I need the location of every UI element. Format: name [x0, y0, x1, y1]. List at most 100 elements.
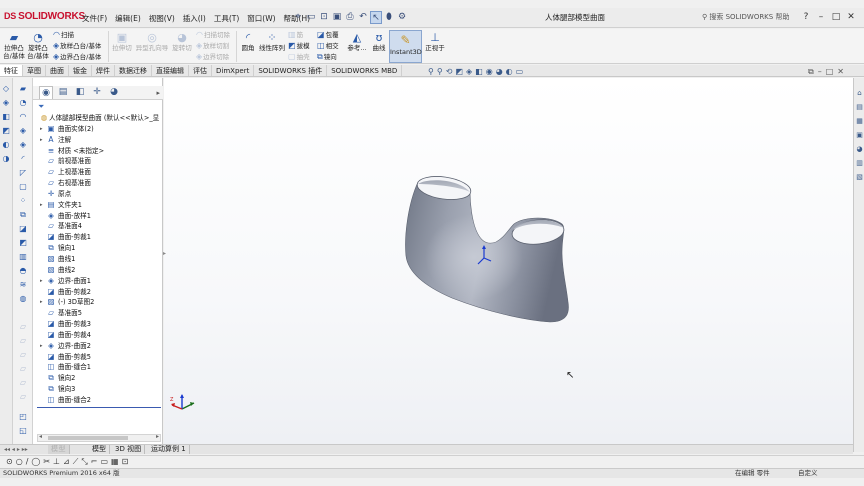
point-icon[interactable]: ▱: [17, 350, 29, 360]
tree-item[interactable]: ⧉ 镜向3: [33, 384, 161, 395]
revolve-cut-button[interactable]: ◕ 旋转切: [171, 32, 193, 53]
mate-ref-icon[interactable]: ▱: [17, 378, 29, 388]
swept-cut-button[interactable]: ◠扫描切除: [196, 30, 230, 40]
circle-icon[interactable]: ○: [16, 456, 23, 467]
maximize-button[interactable]: □: [830, 10, 842, 24]
tree-item[interactable]: ▸ A 注解: [33, 135, 161, 146]
line-icon[interactable]: ◧: [0, 112, 12, 122]
scene-icon[interactable]: ◐: [506, 67, 513, 77]
menu-tools[interactable]: 工具(T): [210, 12, 243, 25]
loft-icon[interactable]: ◈: [17, 126, 29, 136]
sketch-icon[interactable]: ◇: [0, 84, 12, 94]
zoom-fit-icon[interactable]: ⚲: [428, 67, 434, 77]
tab-motion-study[interactable]: 运动算例 1: [148, 445, 190, 454]
tab-data-migration[interactable]: 数据迁移: [115, 65, 152, 76]
menu-file[interactable]: 文件(F): [78, 12, 111, 25]
revolve-icon[interactable]: ◔: [17, 98, 29, 108]
extrude-cut-button[interactable]: ▣ 拉伸切: [111, 32, 133, 53]
fillet-icon[interactable]: ◜: [17, 154, 29, 164]
new-icon[interactable]: ▭: [305, 11, 317, 24]
file-explorer-icon[interactable]: ▣: [855, 130, 864, 140]
tab-features[interactable]: 特征: [0, 65, 23, 76]
tree-item[interactable]: ◈ 曲面-放样1: [33, 211, 161, 222]
tree-item[interactable]: ◪ 曲面-剪裁1: [33, 232, 161, 243]
extend-icon[interactable]: ⊥: [53, 456, 60, 467]
wrap-button[interactable]: ◪包覆: [317, 30, 339, 40]
offset-icon[interactable]: ⊿: [63, 456, 70, 467]
filter-icon[interactable]: ⏷: [38, 102, 44, 112]
trim-icon[interactable]: ✂: [43, 456, 50, 467]
linear-pattern-button[interactable]: ⁘ 线性阵列: [258, 32, 286, 53]
tree-item[interactable]: ▸ ◈ 边界-曲面1: [33, 276, 161, 287]
dome-icon[interactable]: ◓: [17, 266, 29, 276]
sweep-icon[interactable]: ◠: [17, 112, 29, 122]
tree-root-part[interactable]: ◍ 人体腿部模型曲面 (默认<<默认>_显: [33, 113, 161, 124]
tree-item[interactable]: ▱ 基准面5: [33, 308, 161, 319]
section-view-icon[interactable]: ◩: [455, 67, 463, 77]
normal-to-button[interactable]: ⊥ 正视于: [424, 32, 446, 53]
view-orientation-icon[interactable]: ◈: [466, 67, 472, 77]
curve-icon[interactable]: ▱: [17, 392, 29, 402]
help-search-input[interactable]: ⚲ 搜索 SOLIDWORKS 帮助: [700, 11, 792, 24]
menu-insert[interactable]: 插入(I): [179, 12, 210, 25]
target-icon[interactable]: ⊙: [6, 456, 13, 467]
viewport-close-icon[interactable]: ✕: [837, 67, 844, 77]
tab-model-ghost[interactable]: 模型: [48, 445, 70, 454]
help-button[interactable]: ?: [800, 10, 812, 24]
tab-3d-views[interactable]: 3D 视图: [112, 445, 146, 454]
tab-navigation-icon[interactable]: ◂◂ ◂ ▸ ▸▸: [4, 445, 28, 454]
tab-mbd[interactable]: SOLIDWORKS MBD: [327, 65, 403, 76]
circle-icon[interactable]: ◐: [0, 140, 12, 150]
shell-button[interactable]: ▢抽壳: [288, 52, 310, 62]
shell-icon[interactable]: ▢: [17, 182, 29, 192]
sweep-button[interactable]: ◠扫描: [53, 30, 74, 40]
reference-geometry-button[interactable]: ◭ 参考...: [346, 32, 368, 53]
tree-item[interactable]: ▸ ◈ 边界-曲面2: [33, 341, 161, 352]
draft-button[interactable]: ◩拔模: [288, 41, 310, 51]
loft-boss-button[interactable]: ◈放样凸台/基体: [53, 41, 101, 51]
boundary-cut-button[interactable]: ◈边界切除: [196, 52, 229, 62]
scroll-left-icon[interactable]: ◂: [39, 433, 42, 440]
solidworks-logo[interactable]: DS SOLIDWORKS: [4, 11, 85, 22]
minimize-button[interactable]: –: [815, 10, 827, 24]
menu-edit[interactable]: 编辑(E): [111, 12, 145, 25]
measure-icon[interactable]: ◱: [17, 426, 29, 436]
tab-sketch[interactable]: 草图: [23, 65, 46, 76]
tree-item[interactable]: ▱ 右视基准面: [33, 178, 161, 189]
rib-button[interactable]: ▥筋: [288, 30, 303, 40]
tree-item[interactable]: ▱ 基准面4: [33, 221, 161, 232]
tree-item[interactable]: ◫ 曲面-缝合1: [33, 362, 161, 373]
scroll-thumb[interactable]: [48, 436, 128, 440]
panel-splitter-icon[interactable]: ▸: [163, 250, 166, 257]
appearance-icon[interactable]: ◕: [496, 67, 503, 77]
dimxpert-manager-tab-icon[interactable]: ✛: [90, 86, 104, 99]
tab-sheet-metal[interactable]: 钣金: [69, 65, 92, 76]
flex-icon[interactable]: ≋: [17, 280, 29, 290]
viewport-maximize-icon[interactable]: □: [826, 67, 834, 77]
hide-show-icon[interactable]: ◉: [486, 67, 493, 77]
tree-item[interactable]: ▱ 上视基准面: [33, 167, 161, 178]
configuration-manager-tab-icon[interactable]: ◧: [73, 86, 87, 99]
tree-item[interactable]: ▧ 曲线2: [33, 265, 161, 276]
home-icon[interactable]: ⌂: [855, 88, 864, 98]
coordinate-icon[interactable]: ▱: [17, 364, 29, 374]
display-manager-tab-icon[interactable]: ◕: [107, 86, 121, 99]
deform-icon[interactable]: ◍: [17, 294, 29, 304]
boundary-icon[interactable]: ◈: [17, 140, 29, 150]
rib-icon[interactable]: ▥: [17, 252, 29, 262]
open-icon[interactable]: ⊡: [318, 11, 330, 24]
pin-icon[interactable]: ⌖: [292, 11, 304, 24]
axis-icon[interactable]: ▱: [17, 336, 29, 346]
tree-item[interactable]: ◫ 曲面-缝合2: [33, 395, 161, 406]
tree-item[interactable]: ≡ 材质 <未指定>: [33, 146, 161, 157]
property-manager-tab-icon[interactable]: ▤: [56, 86, 70, 99]
pattern-icon[interactable]: ⁘: [17, 196, 29, 206]
appearances-icon[interactable]: ◕: [855, 144, 864, 154]
surface-model[interactable]: [400, 174, 580, 334]
chamfer-icon[interactable]: ◸: [17, 168, 29, 178]
tree-item[interactable]: ▸ ▨ (-) 3D草图2: [33, 297, 161, 308]
move-icon[interactable]: ⤡: [81, 456, 87, 467]
tree-horizontal-scrollbar[interactable]: ◂ ▸: [37, 433, 161, 442]
mirror-button[interactable]: ⧉镜向: [317, 52, 337, 62]
rectangle-icon[interactable]: ▭: [100, 456, 108, 467]
